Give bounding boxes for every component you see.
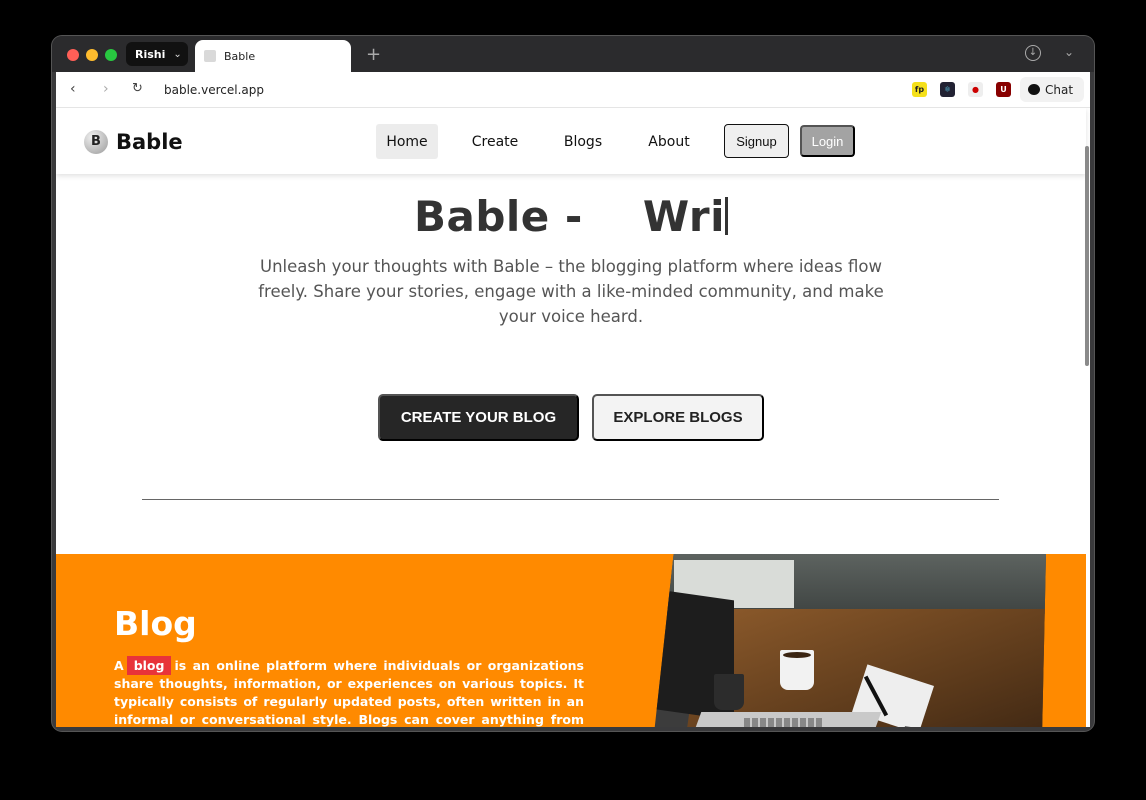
section-divider — [142, 499, 999, 500]
hero-title-prefix: Bable - — [413, 192, 583, 241]
explore-blogs-button[interactable]: EXPLORE BLOGS — [592, 394, 764, 441]
profile-switcher[interactable]: Rishi ⌄ — [126, 42, 188, 66]
nav-blogs[interactable]: Blogs — [550, 124, 616, 159]
profile-name: Rishi — [135, 47, 166, 61]
logo-icon: B — [84, 130, 108, 154]
chevron-down-icon: ⌄ — [173, 48, 182, 60]
site-navbar: B Bable Home Create Blogs About Signup L… — [56, 108, 1086, 174]
react-devtools-icon[interactable]: ⚛ — [940, 82, 955, 97]
new-tab-icon[interactable]: + — [366, 44, 381, 65]
close-window-button[interactable] — [67, 49, 79, 61]
forward-icon[interactable]: › — [103, 81, 109, 97]
chat-label: Chat — [1045, 82, 1074, 97]
blog-text-rest: is an online platform where individuals … — [114, 658, 584, 727]
favicon-icon — [204, 50, 216, 62]
tab-menu-chevron-icon[interactable]: ⌄ — [1064, 45, 1074, 59]
typing-cursor — [725, 197, 729, 235]
tab-bar: Rishi ⌄ Bable + ↓ ⌄ — [52, 36, 1094, 72]
back-icon[interactable]: ‹ — [70, 81, 76, 97]
chat-button[interactable]: Chat — [1020, 77, 1084, 102]
blog-highlight: blog — [126, 656, 172, 675]
blog-info-section: Blog Ablog is an online platform where in… — [56, 554, 1086, 727]
browser-toolbar: ‹ › ↻ bable.vercel.app fp ⚛ ● U Chat — [56, 72, 1090, 108]
chat-bubble-icon — [1028, 84, 1040, 95]
hero-title: Bable - Wri — [56, 192, 1086, 241]
download-icon[interactable]: ↓ — [1025, 45, 1041, 61]
hero-description: Unleash your thoughts with Bable – the b… — [258, 257, 884, 326]
nav-home[interactable]: Home — [376, 124, 438, 159]
login-button[interactable]: Login — [800, 125, 855, 157]
korean-extension-icon[interactable]: ● — [968, 82, 983, 97]
tab-title: Bable — [224, 49, 256, 63]
ublock-icon[interactable]: U — [996, 82, 1011, 97]
blog-text-start: A — [114, 658, 124, 673]
hero-typed-text: Wri — [642, 192, 726, 241]
browser-window: Rishi ⌄ Bable + ↓ ⌄ ‹ › ↻ bable.vercel.a… — [52, 36, 1094, 731]
fp-extension-icon[interactable]: fp — [912, 82, 927, 97]
nav-create[interactable]: Create — [462, 124, 528, 159]
signup-button[interactable]: Signup — [724, 124, 789, 158]
page-scrollbar[interactable] — [1085, 146, 1089, 366]
tab-bable[interactable]: Bable — [195, 40, 351, 72]
create-blog-button[interactable]: CREATE YOUR BLOG — [378, 394, 579, 441]
reload-icon[interactable]: ↻ — [132, 81, 143, 96]
blog-section-text: Ablog is an online platform where individ… — [114, 656, 584, 727]
minimize-window-button[interactable] — [86, 49, 98, 61]
blog-section-title: Blog — [114, 604, 197, 643]
page-viewport[interactable]: B Bable Home Create Blogs About Signup L… — [56, 108, 1090, 727]
desk-laptop-photo — [654, 554, 1046, 727]
nav-about[interactable]: About — [636, 124, 702, 159]
brand-name: Bable — [116, 130, 183, 154]
maximize-window-button[interactable] — [105, 49, 117, 61]
address-bar[interactable]: bable.vercel.app — [164, 83, 264, 97]
site-logo[interactable]: B Bable — [84, 130, 183, 154]
